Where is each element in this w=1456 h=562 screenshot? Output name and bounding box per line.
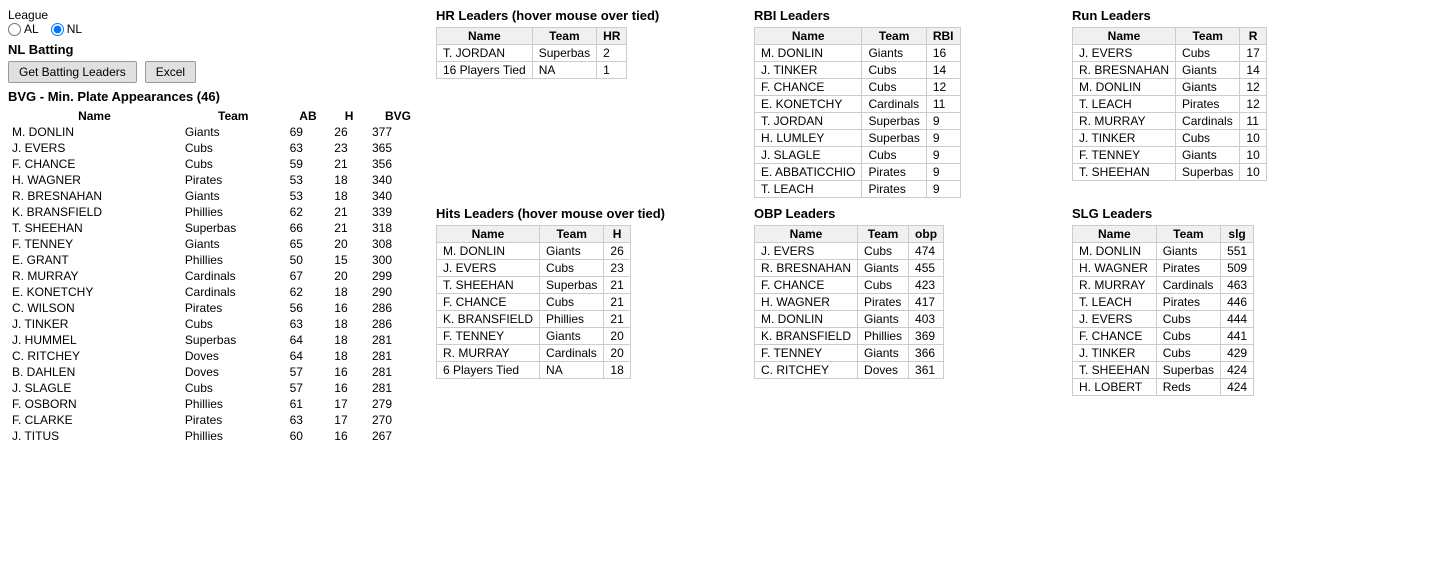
table-row: R. MURRAYCardinals6720299 <box>8 268 428 284</box>
table-row: M. DONLINGiants551 <box>1073 243 1254 260</box>
table-row: M. DONLINGiants12 <box>1073 79 1267 96</box>
table-row: C. RITCHEYDoves6418281 <box>8 348 428 364</box>
table-row: J. TINKERCubs10 <box>1073 130 1267 147</box>
table-row: H. WAGNERPirates509 <box>1073 260 1254 277</box>
table-row: J. EVERSCubs474 <box>755 243 944 260</box>
table-row: M. DONLINGiants403 <box>755 311 944 328</box>
table-row: F. CLARKEPirates6317270 <box>8 412 428 428</box>
run-leaders-table: NameTeamR J. EVERSCubs17R. BRESNAHANGian… <box>1072 27 1267 181</box>
radio-nl[interactable]: NL <box>51 22 82 36</box>
table-row: E. ABBATICCHIOPirates9 <box>755 164 961 181</box>
table-row: H. LUMLEYSuperbas9 <box>755 130 961 147</box>
slg-leaders-panel: SLG Leaders NameTeamslg M. DONLINGiants5… <box>1072 206 1448 396</box>
table-row: E. GRANTPhillies5015300 <box>8 252 428 268</box>
table-row: T. SHEEHANSuperbas21 <box>437 277 631 294</box>
table-row: C. WILSONPirates5616286 <box>8 300 428 316</box>
hits-leaders-panel: Hits Leaders (hover mouse over tied) Nam… <box>436 206 746 396</box>
table-row: T. SHEEHANSuperbas424 <box>1073 362 1254 379</box>
table-row: J. SLAGLECubs9 <box>755 147 961 164</box>
table-row: F. TENNEYGiants366 <box>755 345 944 362</box>
table-row: M. DONLINGiants16 <box>755 45 961 62</box>
table-row: T. LEACHPirates446 <box>1073 294 1254 311</box>
hr-leaders-panel: HR Leaders (hover mouse over tied) NameT… <box>436 8 746 198</box>
run-leaders-title: Run Leaders <box>1072 8 1448 23</box>
table-row: H. WAGNERPirates5318340 <box>8 172 428 188</box>
obp-leaders-panel: OBP Leaders NameTeamobp J. EVERSCubs474R… <box>754 206 1064 396</box>
obp-leaders-table: NameTeamobp J. EVERSCubs474R. BRESNAHANG… <box>754 225 944 379</box>
table-row: R. MURRAYCardinals20 <box>437 345 631 362</box>
table-row: K. BRANSFIELDPhillies6221339 <box>8 204 428 220</box>
table-row: 16 Players TiedNA1 <box>437 62 627 79</box>
table-row: F. TENNEYGiants10 <box>1073 147 1267 164</box>
excel-button[interactable]: Excel <box>145 61 196 83</box>
table-row: R. BRESNAHANGiants455 <box>755 260 944 277</box>
rbi-leaders-panel: RBI Leaders NameTeamRBI M. DONLINGiants1… <box>754 8 1064 198</box>
table-row: J. EVERSCubs6323365 <box>8 140 428 156</box>
table-row: T. SHEEHANSuperbas10 <box>1073 164 1267 181</box>
table-row: J. EVERSCubs444 <box>1073 311 1254 328</box>
table-row: J. HUMMELSuperbas6418281 <box>8 332 428 348</box>
table-row: T. JORDANSuperbas9 <box>755 113 961 130</box>
table-row: F. TENNEYGiants20 <box>437 328 631 345</box>
hits-leaders-table: NameTeamH M. DONLINGiants26J. EVERSCubs2… <box>436 225 631 379</box>
table-row: T. LEACHPirates9 <box>755 181 961 198</box>
table-row: J. TITUSPhillies6016267 <box>8 428 428 444</box>
league-label: League <box>8 8 48 22</box>
table-row: R. BRESNAHANGiants5318340 <box>8 188 428 204</box>
get-batting-leaders-button[interactable]: Get Batting Leaders <box>8 61 137 83</box>
table-row: C. RITCHEYDoves361 <box>755 362 944 379</box>
table-row: M. DONLINGiants6926377 <box>8 124 428 140</box>
batting-title: NL Batting <box>8 42 428 57</box>
table-row: B. DAHLENDoves5716281 <box>8 364 428 380</box>
table-row: F. CHANCECubs5921356 <box>8 156 428 172</box>
bvg-table: NameTeamABHBVG M. DONLINGiants6926377J. … <box>8 108 428 444</box>
table-row: T. JORDANSuperbas2 <box>437 45 627 62</box>
table-row: J. TINKERCubs429 <box>1073 345 1254 362</box>
table-row: E. KONETCHYCardinals6218290 <box>8 284 428 300</box>
rbi-leaders-table: NameTeamRBI M. DONLINGiants16J. TINKERCu… <box>754 27 961 198</box>
table-row: J. SLAGLECubs5716281 <box>8 380 428 396</box>
table-row: J. EVERSCubs23 <box>437 260 631 277</box>
table-row: R. MURRAYCardinals11 <box>1073 113 1267 130</box>
table-row: F. CHANCECubs441 <box>1073 328 1254 345</box>
table-row: K. BRANSFIELDPhillies21 <box>437 311 631 328</box>
table-row: H. WAGNERPirates417 <box>755 294 944 311</box>
hr-leaders-title: HR Leaders (hover mouse over tied) <box>436 8 746 23</box>
obp-leaders-title: OBP Leaders <box>754 206 1064 221</box>
table-row: F. CHANCECubs21 <box>437 294 631 311</box>
table-row: F. CHANCECubs12 <box>755 79 961 96</box>
table-row: R. BRESNAHANGiants14 <box>1073 62 1267 79</box>
table-row: T. SHEEHANSuperbas6621318 <box>8 220 428 236</box>
table-row: M. DONLINGiants26 <box>437 243 631 260</box>
table-row: J. TINKERCubs6318286 <box>8 316 428 332</box>
slg-leaders-table: NameTeamslg M. DONLINGiants551H. WAGNERP… <box>1072 225 1254 396</box>
table-row: T. LEACHPirates12 <box>1073 96 1267 113</box>
table-row: J. EVERSCubs17 <box>1073 45 1267 62</box>
table-row: F. OSBORNPhillies6117279 <box>8 396 428 412</box>
hr-leaders-table: NameTeamHR T. JORDANSuperbas216 Players … <box>436 27 627 79</box>
rbi-leaders-title: RBI Leaders <box>754 8 1064 23</box>
hits-leaders-title: Hits Leaders (hover mouse over tied) <box>436 206 746 221</box>
slg-leaders-title: SLG Leaders <box>1072 206 1448 221</box>
radio-al[interactable]: AL <box>8 22 39 36</box>
bvg-title: BVG - Min. Plate Appearances (46) <box>8 89 428 104</box>
table-row: R. MURRAYCardinals463 <box>1073 277 1254 294</box>
table-row: H. LOBERTReds424 <box>1073 379 1254 396</box>
table-row: 6 Players TiedNA18 <box>437 362 631 379</box>
table-row: F. CHANCECubs423 <box>755 277 944 294</box>
table-row: J. TINKERCubs14 <box>755 62 961 79</box>
table-row: F. TENNEYGiants6520308 <box>8 236 428 252</box>
table-row: K. BRANSFIELDPhillies369 <box>755 328 944 345</box>
table-row: E. KONETCHYCardinals11 <box>755 96 961 113</box>
run-leaders-panel: Run Leaders NameTeamR J. EVERSCubs17R. B… <box>1072 8 1448 198</box>
